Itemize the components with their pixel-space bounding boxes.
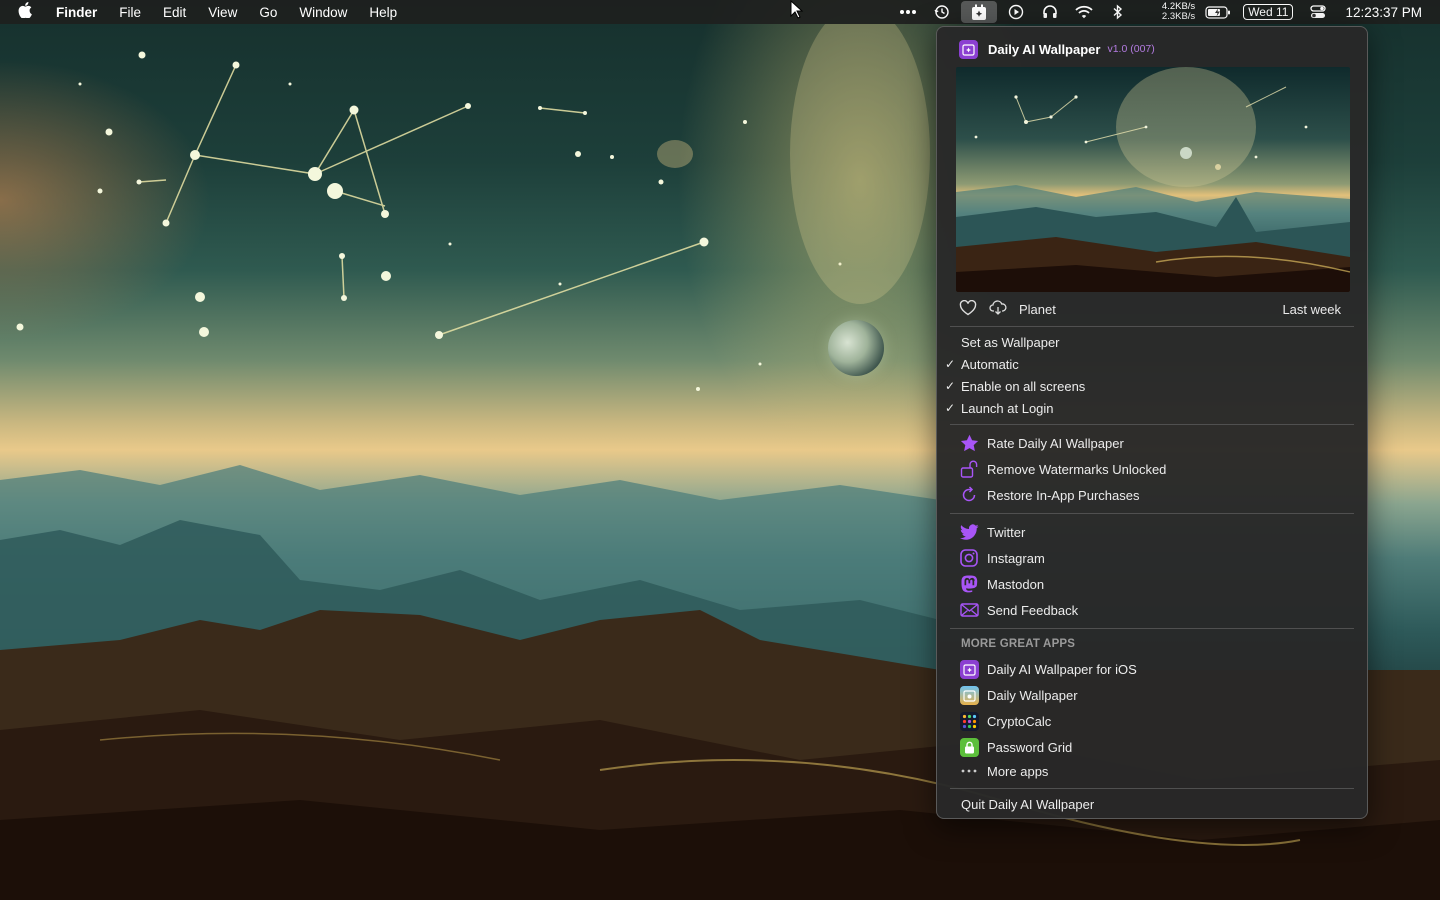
- star-icon: [959, 433, 979, 453]
- mastodon-icon: [959, 574, 979, 594]
- enable-all-screens-item[interactable]: ✓ Enable on all screens: [945, 376, 1086, 396]
- rate-app-item[interactable]: Rate Daily AI Wallpaper: [959, 433, 1124, 453]
- battery-icon[interactable]: [1201, 0, 1235, 24]
- menu-title: Daily AI Wallpaper: [988, 41, 1101, 57]
- restore-purchases-item[interactable]: Restore In-App Purchases: [959, 485, 1139, 505]
- menu-separator: [950, 326, 1354, 327]
- heart-icon[interactable]: [959, 299, 977, 319]
- instagram-label: Instagram: [987, 550, 1045, 566]
- launch-at-login-item[interactable]: ✓ Launch at Login: [945, 398, 1054, 418]
- more-apps-item[interactable]: More apps: [959, 761, 1048, 781]
- daily-ai-wallpaper-ios-icon: [959, 659, 979, 679]
- more-apps-heading: MORE GREAT APPS: [961, 638, 1076, 650]
- password-grid-icon: [959, 737, 979, 757]
- ellipsis-icon: [959, 761, 979, 781]
- password-grid-label: Password Grid: [987, 739, 1073, 755]
- rate-app-label: Rate Daily AI Wallpaper: [987, 435, 1124, 451]
- menu-app-name[interactable]: Finder: [56, 5, 97, 20]
- set-as-wallpaper-item[interactable]: Set as Wallpaper: [961, 332, 1060, 352]
- checkmark-icon: ✓: [945, 357, 956, 371]
- daily-ai-wallpaper-ios-label: Daily AI Wallpaper for iOS: [987, 661, 1137, 677]
- wallpaper-date: Last week: [1282, 301, 1341, 317]
- menu-separator: [950, 788, 1354, 789]
- mastodon-item[interactable]: Mastodon: [959, 574, 1044, 594]
- network-stats[interactable]: 4.2KB/s 2.3KB/s: [1139, 2, 1195, 22]
- remove-watermarks-label: Remove Watermarks Unlocked: [987, 461, 1167, 477]
- password-grid-item[interactable]: Password Grid: [959, 737, 1072, 757]
- wallpaper-sky: [16, 24, 930, 391]
- menu-view[interactable]: View: [208, 5, 237, 20]
- cryptocalc-label: CryptoCalc: [987, 713, 1052, 729]
- more-icon[interactable]: [891, 0, 925, 24]
- set-as-wallpaper-label: Set as Wallpaper: [961, 334, 1060, 350]
- quit-label: Quit Daily AI Wallpaper: [961, 796, 1095, 812]
- menu-edit[interactable]: Edit: [163, 5, 186, 20]
- twitter-label: Twitter: [987, 524, 1026, 540]
- quit-item[interactable]: Quit Daily AI Wallpaper: [961, 794, 1094, 814]
- wallpaper-planet: [828, 320, 884, 376]
- menu-help[interactable]: Help: [369, 5, 397, 20]
- daily-ai-wallpaper-menu: Daily AI Wallpaper v1.0 (007) Planet Las…: [936, 26, 1368, 819]
- restore-purchases-label: Restore In-App Purchases: [987, 487, 1140, 503]
- wifi-icon[interactable]: [1067, 0, 1101, 24]
- wallpaper-preview[interactable]: [956, 67, 1350, 292]
- menu-file[interactable]: File: [119, 5, 141, 20]
- automatic-item[interactable]: ✓ Automatic: [945, 354, 1019, 374]
- cloud-download-icon[interactable]: [989, 299, 1007, 319]
- daily-wallpaper-icon: [959, 685, 979, 705]
- cryptocalc-icon: [959, 711, 979, 731]
- instagram-item[interactable]: Instagram: [959, 548, 1045, 568]
- launch-at-login-label: Launch at Login: [961, 400, 1054, 416]
- enable-all-screens-label: Enable on all screens: [961, 378, 1086, 394]
- twitter-icon: [959, 522, 979, 542]
- unlock-icon: [959, 459, 979, 479]
- time-machine-icon[interactable]: [925, 0, 959, 24]
- control-center-icon[interactable]: [1301, 0, 1335, 24]
- remove-watermarks-item[interactable]: Remove Watermarks Unlocked: [959, 459, 1166, 479]
- menu-window[interactable]: Window: [299, 5, 347, 20]
- menu-go[interactable]: Go: [259, 5, 277, 20]
- menu-separator: [950, 513, 1354, 514]
- menu-separator: [950, 628, 1354, 629]
- checkmark-icon: ✓: [945, 379, 956, 393]
- send-feedback-label: Send Feedback: [987, 602, 1079, 618]
- daily-ai-wallpaper-icon[interactable]: [961, 1, 998, 23]
- daily-ai-wallpaper-app-icon: [959, 39, 978, 59]
- menu-bar: Finder File Edit View Go Window Help 4.2: [0, 0, 1440, 24]
- daily-ai-wallpaper-ios-item[interactable]: Daily AI Wallpaper for iOS: [959, 659, 1137, 679]
- headphones-icon[interactable]: [1033, 0, 1067, 24]
- instagram-icon: [959, 548, 979, 568]
- twitter-item[interactable]: Twitter: [959, 522, 1025, 542]
- play-icon[interactable]: [999, 0, 1033, 24]
- restore-icon: [959, 485, 979, 505]
- wallpaper-preview-image: [956, 67, 1350, 292]
- daily-wallpaper-item[interactable]: Daily Wallpaper: [959, 685, 1078, 705]
- network-download-rate: 2.3KB/s: [1161, 11, 1196, 22]
- mouse-cursor-icon: [790, 0, 804, 19]
- wallpaper-category: Planet: [1019, 301, 1056, 317]
- wallpaper-info-row: Planet Last week: [959, 299, 1349, 319]
- send-feedback-item[interactable]: Send Feedback: [959, 600, 1078, 620]
- menu-separator: [950, 424, 1354, 425]
- menu-header: Daily AI Wallpaper v1.0 (007): [959, 39, 1155, 59]
- apple-icon[interactable]: [18, 2, 32, 22]
- cryptocalc-item[interactable]: CryptoCalc: [959, 711, 1051, 731]
- mastodon-label: Mastodon: [987, 576, 1045, 592]
- clock[interactable]: 12:23:37 PM: [1345, 5, 1422, 20]
- envelope-icon: [959, 600, 979, 620]
- menu-version: v1.0 (007): [1107, 43, 1155, 55]
- daily-wallpaper-label: Daily Wallpaper: [987, 687, 1078, 703]
- automatic-label: Automatic: [961, 356, 1019, 372]
- date-display[interactable]: Wed 11: [1243, 4, 1294, 20]
- checkmark-icon: ✓: [945, 401, 956, 415]
- bluetooth-icon[interactable]: [1101, 0, 1135, 24]
- more-apps-label: More apps: [987, 763, 1049, 779]
